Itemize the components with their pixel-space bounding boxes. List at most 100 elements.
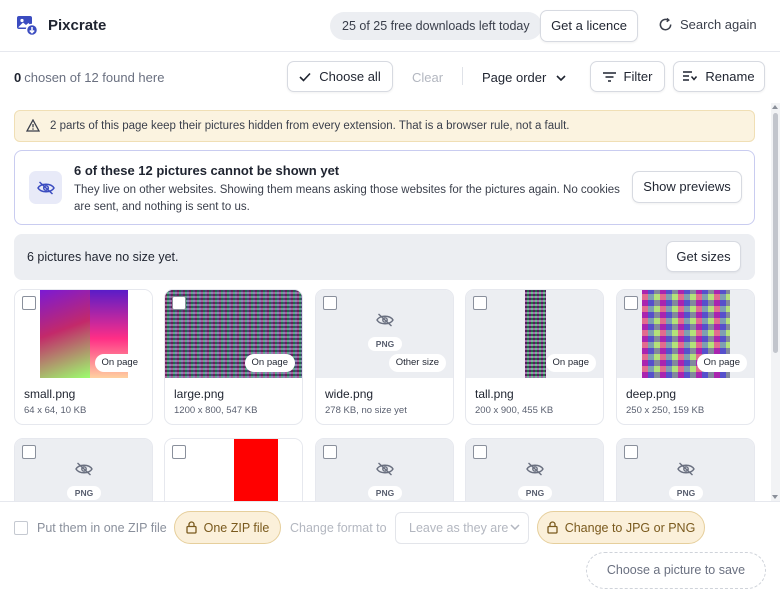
eye-off-icon [75, 462, 93, 476]
format-tag: PNG [669, 486, 703, 500]
format-tag: PNG [368, 337, 402, 351]
show-previews-button[interactable]: Show previews [632, 171, 742, 203]
picture-card[interactable]: PNG Other size wide.png 278 KB, no size … [315, 289, 454, 425]
chevron-down-icon [510, 524, 520, 530]
get-licence-button[interactable]: Get a licence [540, 10, 638, 42]
file-name: wide.png [325, 387, 374, 401]
select-checkbox[interactable] [172, 296, 186, 310]
picture-card[interactable]: On page deep.png 250 x 250, 159 KB [616, 289, 755, 425]
format-select[interactable]: Leave as they are [395, 512, 529, 544]
vertical-scrollbar[interactable] [771, 103, 780, 501]
file-name: tall.png [475, 387, 514, 401]
check-icon [299, 72, 311, 82]
chosen-text: chosen of 12 found here [24, 70, 165, 85]
picture-card[interactable]: PNG [315, 438, 454, 501]
blocked-description: They live on other websites. Showing the… [74, 184, 620, 213]
scroll-down-arrow-icon[interactable] [772, 495, 778, 499]
format-tag: PNG [368, 486, 402, 500]
change-format-label: Change format to [290, 521, 387, 535]
get-sizes-button[interactable]: Get sizes [666, 241, 741, 272]
badge: Other size [388, 354, 446, 372]
file-meta: 278 KB, no size yet [325, 405, 407, 416]
lock-icon [547, 521, 558, 534]
chosen-number: 0 [14, 70, 22, 85]
badge: On page [545, 354, 596, 372]
lock-icon [185, 521, 197, 534]
rename-button[interactable]: Rename [673, 61, 765, 92]
file-meta: 200 x 900, 455 KB [475, 405, 554, 416]
one-zip-label: One ZIP file [203, 520, 270, 535]
one-zip-button[interactable]: One ZIP file [174, 511, 281, 544]
select-checkbox[interactable] [624, 296, 638, 310]
refresh-icon [659, 17, 672, 31]
eye-off-icon [376, 462, 394, 476]
quota-badge: 25 of 25 free downloads left today [330, 12, 542, 40]
to-jpg-label: Change to JPG or PNG [564, 520, 696, 535]
app-header: Pixcrate 25 of 25 free downloads left to… [0, 0, 780, 52]
picture-card[interactable]: On page tall.png 200 x 900, 455 KB [465, 289, 604, 425]
picture-card[interactable]: On page large.png 1200 x 800, 547 KB [164, 289, 303, 425]
file-name: deep.png [626, 387, 677, 401]
eye-off-icon [376, 313, 394, 327]
picture-card[interactable]: On page small.png 64 x 64, 10 KB [14, 289, 153, 425]
select-checkbox[interactable] [323, 296, 337, 310]
pixcrate-logo-icon [17, 16, 38, 36]
select-checkbox[interactable] [473, 296, 487, 310]
select-checkbox[interactable] [624, 445, 638, 459]
scrollbar-thumb[interactable] [773, 113, 778, 353]
order-select[interactable]: Page order [482, 70, 566, 85]
no-size-text: 6 pictures have no size yet. [27, 250, 179, 264]
picture-card[interactable]: PNG [465, 438, 604, 501]
blocked-title: 6 of these 12 pictures cannot be shown y… [74, 163, 340, 178]
eye-off-icon [677, 462, 695, 476]
chosen-count: 0 chosen of 12 found here [14, 70, 164, 85]
hidden-eye-icon-box [29, 171, 62, 204]
eye-off-icon [526, 462, 544, 476]
zip-label: Put them in one ZIP file [37, 521, 167, 535]
rename-label: Rename [705, 68, 755, 84]
badge: On page [94, 354, 145, 372]
results-scroll-area[interactable]: 2 parts of this page keep their pictures… [0, 103, 780, 501]
chevron-down-icon [556, 74, 566, 81]
file-name: large.png [174, 387, 225, 401]
file-meta: 1200 x 800, 547 KB [174, 405, 258, 416]
scroll-up-arrow-icon[interactable] [772, 105, 778, 109]
zip-checkbox[interactable] [14, 521, 28, 535]
warning-banner: 2 parts of this page keep their pictures… [14, 110, 755, 142]
filter-icon [602, 71, 616, 82]
toolbar-divider [462, 67, 463, 85]
select-checkbox[interactable] [473, 445, 487, 459]
download-bar: Put them in one ZIP file One ZIP file Ch… [0, 501, 780, 600]
rename-icon [683, 71, 698, 81]
select-checkbox[interactable] [22, 445, 36, 459]
search-again-button[interactable]: Search again [658, 17, 757, 32]
badge: On page [696, 354, 747, 372]
picture-card[interactable]: PNG [14, 438, 153, 501]
choose-all-label: Choose all [319, 68, 381, 84]
eye-off-icon [36, 180, 55, 195]
picture-card[interactable]: PNG [616, 438, 755, 501]
select-checkbox[interactable] [323, 445, 337, 459]
badge: On page [244, 354, 295, 372]
choose-all-button[interactable]: Choose all [287, 61, 393, 92]
filter-label: Filter [623, 68, 653, 84]
picture-card[interactable] [164, 438, 303, 501]
clear-button[interactable]: Clear [412, 70, 443, 85]
select-checkbox[interactable] [172, 445, 186, 459]
format-tag: PNG [67, 486, 101, 500]
warning-icon [26, 119, 40, 132]
format-tag: PNG [518, 486, 552, 500]
filter-button[interactable]: Filter [590, 61, 665, 92]
format-value: Leave as they are [409, 521, 509, 535]
file-name: small.png [24, 387, 76, 401]
blocked-pictures-panel: 6 of these 12 pictures cannot be shown y… [14, 150, 755, 225]
file-meta: 250 x 250, 159 KB [626, 405, 705, 416]
change-to-jpg-png-button[interactable]: Change to JPG or PNG [537, 511, 705, 544]
order-label: Page order [482, 70, 547, 85]
file-meta: 64 x 64, 10 KB [24, 405, 87, 416]
no-size-panel: 6 pictures have no size yet. Get sizes [14, 234, 755, 280]
warning-text: 2 parts of this page keep their pictures… [50, 120, 570, 132]
save-button[interactable]: Choose a picture to save [586, 552, 766, 589]
app-name: Pixcrate [48, 17, 107, 34]
select-checkbox[interactable] [22, 296, 36, 310]
